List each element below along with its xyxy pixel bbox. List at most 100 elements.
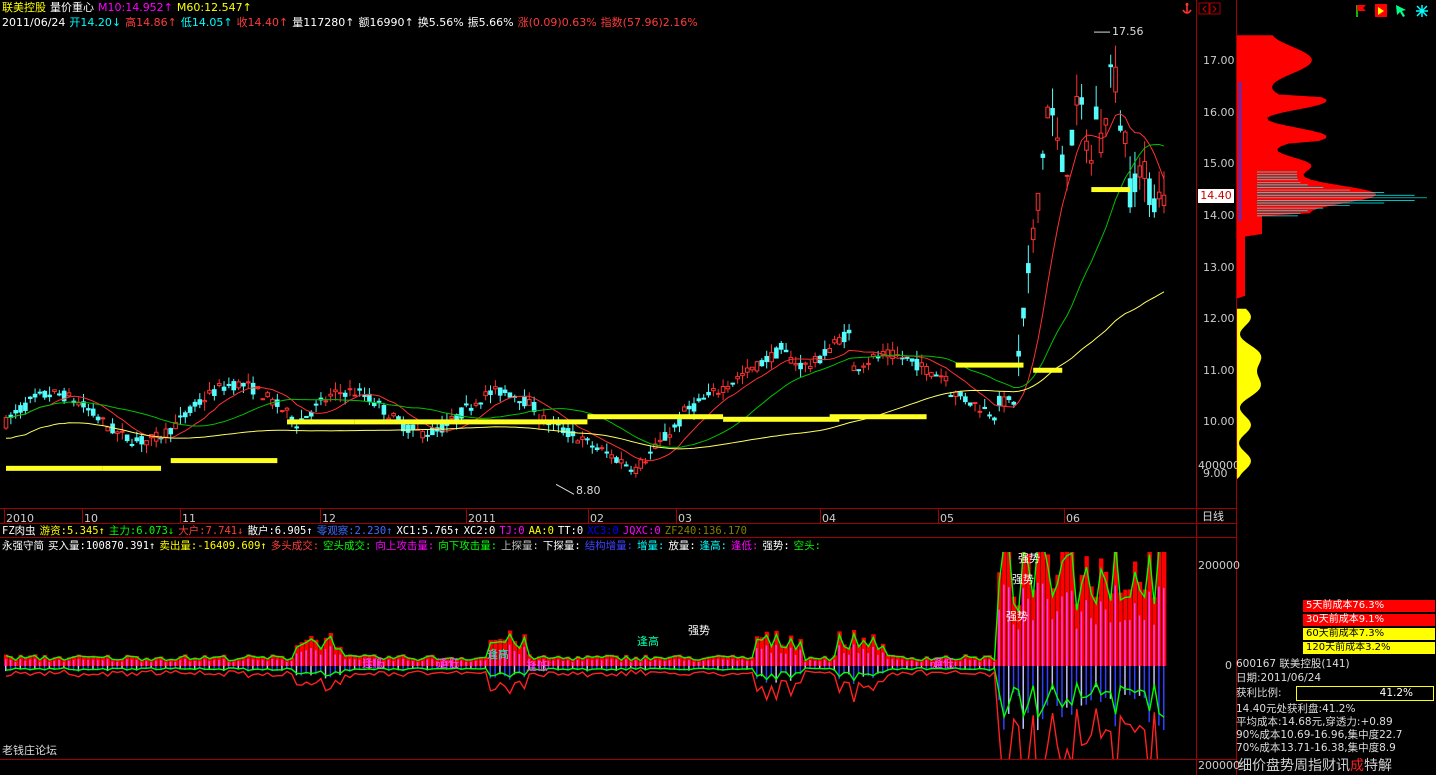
attack-bar	[387, 659, 390, 666]
volume-signal-label: 逢高	[487, 647, 509, 661]
candle	[124, 434, 130, 443]
candle	[982, 398, 988, 410]
attack-bar	[247, 658, 249, 666]
attack-bar	[295, 653, 298, 666]
candle	[144, 440, 149, 454]
attack-bar	[242, 660, 244, 666]
candle	[672, 422, 677, 432]
attack-bar	[1133, 603, 1136, 666]
candle	[425, 429, 430, 442]
attack-bar	[1138, 615, 1141, 666]
candle	[526, 392, 532, 406]
candle	[1084, 129, 1089, 164]
candle	[589, 441, 595, 454]
candle	[367, 388, 372, 406]
candle	[938, 368, 944, 384]
candle	[1089, 144, 1094, 176]
attack-bar	[1124, 620, 1126, 666]
candle	[749, 366, 755, 373]
attack-bar	[1066, 592, 1068, 666]
cost-box-5day: 5天前成本76.3%	[1303, 600, 1435, 612]
profit-ratio-value: 41.2%	[1379, 687, 1413, 699]
candle	[570, 424, 576, 444]
attack-bar	[256, 660, 259, 666]
price-panel-bottom-border	[0, 508, 1236, 509]
candle	[110, 418, 115, 435]
attack-bar	[567, 660, 569, 666]
candle	[66, 388, 72, 398]
attack-bar	[213, 660, 215, 666]
candle	[386, 414, 392, 421]
nav-arrows-icon[interactable]	[1198, 2, 1222, 16]
candle	[715, 389, 721, 398]
attack-bar	[14, 662, 17, 666]
indicator1-item-9: AA:0	[528, 525, 554, 537]
attack-bar	[804, 662, 806, 666]
attack-bar	[1148, 591, 1150, 666]
attack-bar	[1003, 584, 1005, 666]
volume-signal-label: 逢低	[932, 657, 954, 670]
candle	[633, 463, 639, 478]
candle	[924, 363, 929, 381]
attack-bar	[416, 662, 419, 666]
candle	[37, 388, 43, 396]
attack-bar	[1100, 601, 1102, 666]
attack-bar	[659, 660, 661, 666]
attack-bar	[693, 661, 695, 666]
period-label[interactable]: 日线	[1202, 510, 1224, 524]
candle	[488, 385, 493, 404]
attack-bar	[993, 662, 995, 666]
attack-bar	[852, 644, 855, 666]
attack-bar	[688, 660, 690, 666]
attack-bar	[702, 661, 705, 666]
candle	[992, 416, 997, 425]
indicator2-item-0: 永强守简	[2, 540, 44, 552]
candle	[769, 344, 774, 369]
attack-bar	[576, 660, 579, 666]
candle	[463, 395, 469, 408]
attack-bar	[24, 660, 26, 666]
attack-bar	[765, 645, 768, 666]
attack-bar	[1090, 618, 1092, 666]
attack-bar	[116, 661, 118, 666]
candle	[90, 402, 96, 418]
attack-bar	[978, 662, 981, 666]
candle	[788, 350, 794, 364]
candle	[1035, 192, 1041, 224]
attack-bar	[857, 653, 860, 666]
attack-bar	[712, 659, 714, 666]
indicator1-line: FZ肉虫 游资:5.345↑ 主力:6.073↓ 大户:7.741↓ 散户:6.905↑…	[2, 524, 751, 538]
attack-bar	[474, 660, 477, 666]
attack-bar	[1129, 620, 1131, 666]
volume-down-bar	[1037, 666, 1039, 731]
volume-chart[interactable]: 强势强势强势强势逢高逢高逢低 逢低 逢低 逢低	[0, 552, 1196, 759]
time-tick: 04	[822, 512, 836, 525]
candle	[609, 449, 614, 464]
forum-label[interactable]: 老钱庄论坛	[2, 744, 57, 758]
candle	[245, 373, 251, 390]
attack-bar	[881, 652, 884, 666]
attack-bar	[799, 649, 802, 666]
indicator2-item-14: 强势:	[762, 540, 790, 552]
time-tick-mark	[938, 509, 939, 523]
candle	[832, 335, 837, 345]
attack-bar	[397, 659, 399, 666]
attack-bar	[1119, 621, 1121, 666]
attack-bar	[329, 646, 332, 666]
footer-brand-a: 细价盘势周指财讯	[1238, 758, 1350, 774]
candle	[943, 371, 949, 387]
attack-bar	[697, 662, 700, 666]
attack-bar	[649, 661, 651, 666]
attack-bar	[160, 660, 162, 666]
attack-bar	[571, 662, 574, 666]
time-tick-mark	[676, 509, 677, 523]
attack-bar	[615, 659, 617, 666]
volume-signal-label: 逢低	[526, 660, 548, 673]
candle	[304, 415, 309, 419]
price-chart[interactable]	[0, 0, 1196, 508]
indicator1-item-8: TJ:0	[499, 525, 525, 537]
footer-brand: 细价盘势周指财讯成特解	[1238, 757, 1392, 775]
attack-bar	[848, 654, 850, 666]
attack-bar	[523, 646, 525, 666]
gravity-bar	[587, 414, 724, 420]
